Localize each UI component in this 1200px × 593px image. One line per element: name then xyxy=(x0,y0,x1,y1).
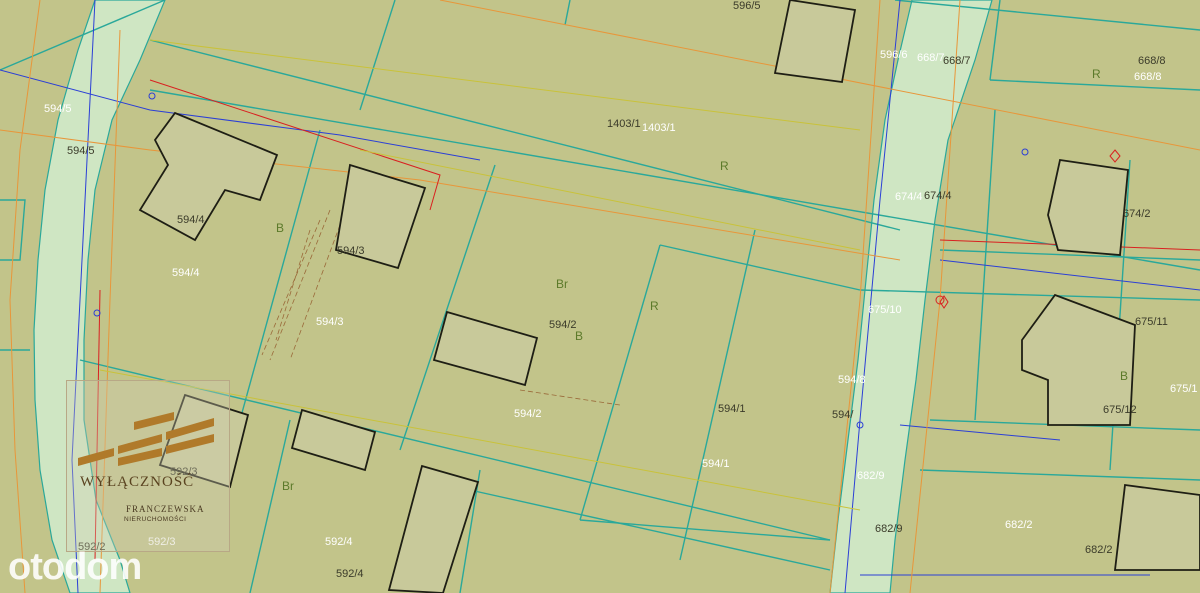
plot-label: 594/1 xyxy=(718,403,746,415)
plot-label: 592/4 xyxy=(325,536,353,548)
otodom-watermark: otodom xyxy=(8,546,142,588)
land-use-label: Br xyxy=(282,479,294,493)
plot-label: 594/3 xyxy=(316,316,344,328)
plot-label: 594/ xyxy=(832,409,854,421)
plot-label: 668/8 xyxy=(1134,71,1162,83)
building xyxy=(1113,483,1200,571)
plot-label: 592/4 xyxy=(336,568,364,580)
land-use-label: B xyxy=(276,221,284,235)
plot-label: 594/2 xyxy=(514,408,542,420)
land-use-label: R xyxy=(720,159,729,173)
land-use-label: B xyxy=(575,329,583,343)
plot-label: 594/4 xyxy=(177,214,205,226)
exclusive-badge: WYŁĄCZNOŚĆ FRANCZEWSKA NIERUCHOMOŚCI xyxy=(66,380,230,552)
plot-label: 675/11 xyxy=(1135,316,1168,328)
badge-title: WYŁĄCZNOŚĆ xyxy=(80,474,195,490)
plot-label: 594/1 xyxy=(702,458,730,470)
plot-label: 594/3 xyxy=(337,245,365,257)
plot-label: 594/4 xyxy=(172,267,200,279)
badge-brand: FRANCZEWSKA xyxy=(126,504,205,514)
plot-label: 594/8 xyxy=(838,374,866,386)
plot-label: 682/2 xyxy=(1005,519,1033,531)
plot-label: 675/10 xyxy=(868,304,902,316)
badge-subtitle: NIERUCHOMOŚCI xyxy=(124,516,187,523)
plot-label: 1403/1 xyxy=(642,122,676,134)
plot-label: 675/12 xyxy=(1103,404,1137,416)
plot-label: 682/9 xyxy=(875,523,903,535)
agency-logo-icon xyxy=(78,412,214,466)
plot-label: 682/2 xyxy=(1085,544,1113,556)
plot-label: 674/4 xyxy=(924,190,952,202)
land-use-label: B xyxy=(1120,369,1128,383)
plot-label: 1403/1 xyxy=(607,118,641,130)
plot-label: 668/8 xyxy=(1138,55,1166,67)
land-use-label: R xyxy=(1092,67,1101,81)
building xyxy=(773,0,857,84)
plot-label: 594/2 xyxy=(549,319,577,331)
plot-label: 596/5 xyxy=(733,0,761,12)
plot-label: 596/6 xyxy=(880,49,908,61)
plot-label: 674/2 xyxy=(1123,208,1151,220)
land-use-label: Br xyxy=(556,277,568,291)
plot-label: 682/9 xyxy=(857,470,885,482)
plot-label: 674/4 xyxy=(895,191,923,203)
plot-label: 668/7 xyxy=(917,52,945,64)
plot-label: 668/7 xyxy=(943,55,971,67)
plot-label: 594/5 xyxy=(44,103,72,115)
plot-label: 594/5 xyxy=(67,145,95,157)
plot-label: 675/1 xyxy=(1170,383,1198,395)
building xyxy=(1047,158,1129,256)
land-use-label: R xyxy=(650,299,659,313)
